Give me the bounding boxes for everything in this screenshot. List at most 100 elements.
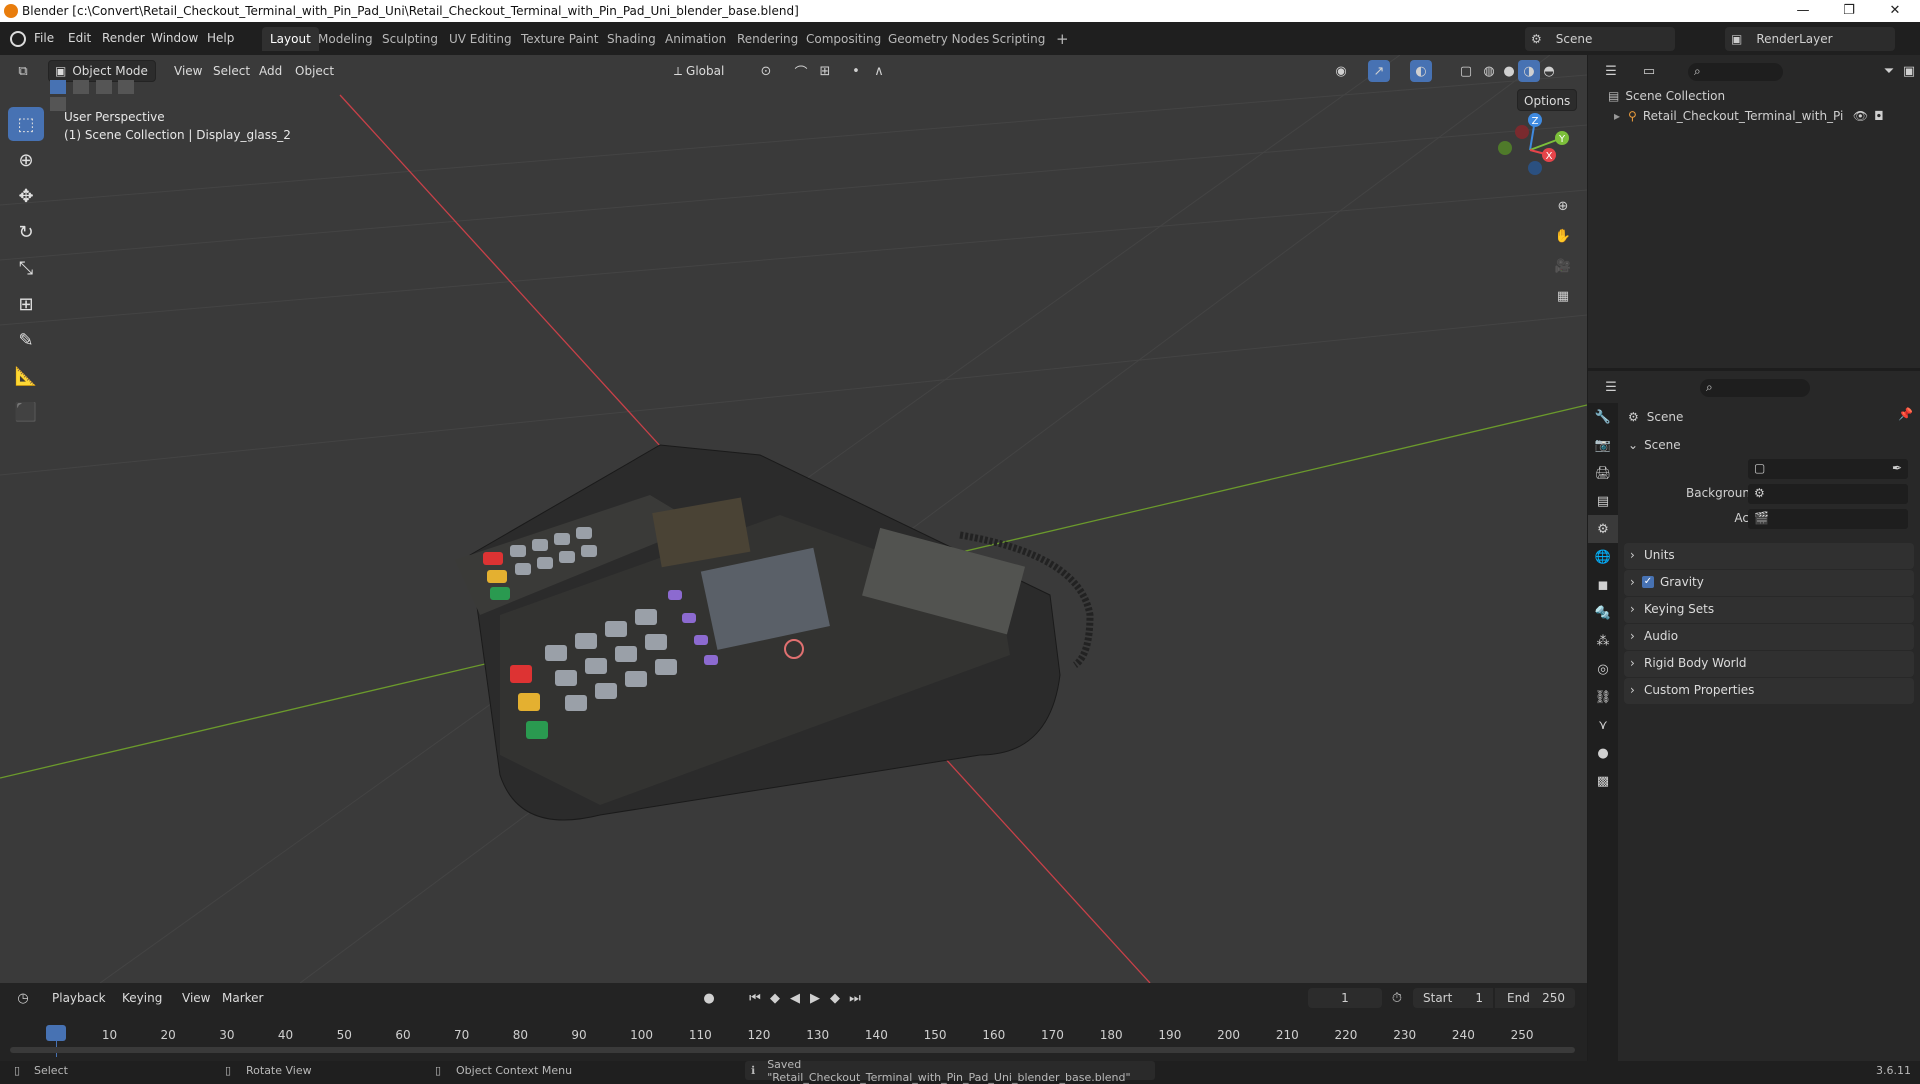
overlay-toggle-icon[interactable]: ◐ xyxy=(1410,60,1432,82)
select-subtract-icon[interactable] xyxy=(95,80,112,94)
tab-compositing[interactable]: Compositing xyxy=(798,27,889,51)
menu-file[interactable]: File xyxy=(34,22,54,55)
camera-field[interactable]: ▢ ✒ xyxy=(1748,459,1908,479)
solid-shading-icon[interactable]: ● xyxy=(1498,60,1520,82)
world-props-tab-icon[interactable]: 🌐 xyxy=(1588,543,1618,571)
outliner-search-input[interactable]: ⌕ xyxy=(1688,63,1783,81)
visibility-icon[interactable]: ◉ xyxy=(1330,60,1352,82)
material-shading-icon[interactable]: ◑ xyxy=(1518,60,1540,82)
texture-tab-icon[interactable]: ▩ xyxy=(1588,767,1618,795)
eyedropper-icon[interactable]: ✒ xyxy=(1892,461,1902,475)
render-props-tab-icon[interactable]: 📷 xyxy=(1588,431,1618,459)
expand-arrow-icon[interactable]: ▸ xyxy=(1614,109,1620,123)
tab-modeling[interactable]: Modeling xyxy=(310,27,381,51)
rendered-shading-icon[interactable]: ◓ xyxy=(1538,60,1560,82)
viewport-menu-object[interactable]: Object xyxy=(289,60,340,82)
tool-props-tab-icon[interactable]: 🔧 xyxy=(1588,403,1618,431)
units-panel[interactable]: › Units xyxy=(1624,543,1914,569)
render-layer-selector[interactable]: ▣ RenderLayer xyxy=(1725,27,1895,51)
playhead-handle[interactable] xyxy=(46,1025,66,1041)
maximize-button[interactable]: ❐ xyxy=(1826,0,1872,22)
transform-tool-icon[interactable]: ⊞ xyxy=(8,287,44,321)
pin-icon[interactable]: 📌 xyxy=(1898,407,1913,421)
render-visibility-icon[interactable]: ◘ xyxy=(1874,109,1884,123)
ortho-toggle-icon[interactable]: ▦ xyxy=(1552,285,1574,307)
gravity-checkbox[interactable]: ✓ xyxy=(1642,576,1654,588)
proportional-edit-icon[interactable]: • xyxy=(845,60,867,82)
mode-selector[interactable]: ▣ Object Mode xyxy=(48,60,156,82)
select-new-icon[interactable] xyxy=(50,80,66,94)
active-clip-field[interactable]: 🎬 xyxy=(1748,509,1908,529)
tab-sculpting[interactable]: Sculpting xyxy=(374,27,446,51)
scene-props-tab-icon[interactable]: ⚙ xyxy=(1588,515,1618,543)
gizmo-toggle-icon[interactable]: ↗ xyxy=(1368,60,1390,82)
new-collection-icon[interactable]: ▣ xyxy=(1898,60,1920,82)
transform-orientation-selector[interactable]: ⟂ Global xyxy=(668,60,730,82)
measure-tool-icon[interactable]: 📐 xyxy=(8,359,44,393)
outliner-editor-type-icon[interactable]: ☰ xyxy=(1600,60,1622,82)
pan-view-icon[interactable]: ✋ xyxy=(1552,225,1574,247)
outliner-scene-collection[interactable]: ▤ Scene Collection xyxy=(1608,86,1725,106)
keying-sets-panel[interactable]: › Keying Sets xyxy=(1624,597,1914,623)
3d-viewport[interactable]: ⧉ ▣ Object Mode View Select Add Object ⟂… xyxy=(0,55,1587,983)
display-mode-icon[interactable]: ▭ xyxy=(1638,60,1660,82)
rigid-body-world-panel[interactable]: › Rigid Body World xyxy=(1624,651,1914,677)
tab-scripting[interactable]: Scripting xyxy=(984,27,1053,51)
background-scene-field[interactable]: ⚙ xyxy=(1748,484,1908,504)
select-box-tool-icon[interactable]: ⬚ xyxy=(8,107,44,141)
filter-icon[interactable]: ⏷ xyxy=(1878,60,1900,82)
tab-geometry-nodes[interactable]: Geometry Nodes xyxy=(880,27,997,51)
scale-tool-icon[interactable]: ⤡ xyxy=(8,251,44,285)
move-tool-icon[interactable]: ✥ xyxy=(8,179,44,213)
scene-section-header[interactable]: ⌄ Scene xyxy=(1628,435,1681,455)
timeline-scrollbar[interactable] xyxy=(10,1047,1575,1053)
tab-texture-paint[interactable]: Texture Paint xyxy=(513,27,606,51)
material-tab-icon[interactable]: ● xyxy=(1588,739,1618,767)
audio-panel[interactable]: › Audio xyxy=(1624,624,1914,650)
viewport-options-button[interactable]: Options xyxy=(1517,89,1578,111)
editor-type-icon[interactable]: ⧉ xyxy=(12,60,34,82)
navigation-gizmo[interactable]: Z Y X xyxy=(1490,110,1570,190)
viewport-menu-select[interactable]: Select xyxy=(207,60,256,82)
pivot-point-icon[interactable]: ⊙ xyxy=(755,60,777,82)
rotate-tool-icon[interactable]: ↻ xyxy=(8,215,44,249)
blender-menu-icon[interactable] xyxy=(10,31,26,47)
annotate-tool-icon[interactable]: ✎ xyxy=(8,323,44,357)
gravity-panel[interactable]: › ✓ Gravity xyxy=(1624,570,1914,596)
menu-render[interactable]: Render xyxy=(102,22,145,55)
select-extend-icon[interactable] xyxy=(72,80,89,94)
menu-window[interactable]: Window xyxy=(151,22,198,55)
properties-editor-type-icon[interactable]: ☰ xyxy=(1600,376,1622,398)
add-workspace-button[interactable]: + xyxy=(1048,27,1077,51)
minimize-button[interactable]: — xyxy=(1780,0,1826,22)
xray-toggle-icon[interactable]: ▢ xyxy=(1455,60,1477,82)
menu-edit[interactable]: Edit xyxy=(68,22,91,55)
tab-shading[interactable]: Shading xyxy=(599,27,664,51)
viewport-menu-view[interactable]: View xyxy=(168,60,208,82)
zoom-view-icon[interactable]: ⊕ xyxy=(1552,195,1574,217)
particles-tab-icon[interactable]: ⁂ xyxy=(1588,627,1618,655)
camera-view-icon[interactable]: 🎥 xyxy=(1552,255,1574,277)
modifier-props-tab-icon[interactable]: 🔩 xyxy=(1588,599,1618,627)
pos-terminal-model[interactable] xyxy=(455,444,1094,821)
view-layer-tab-icon[interactable]: ▤ xyxy=(1588,487,1618,515)
physics-tab-icon[interactable]: ◎ xyxy=(1588,655,1618,683)
custom-properties-panel[interactable]: › Custom Properties xyxy=(1624,678,1914,704)
select-invert-icon[interactable] xyxy=(118,80,135,94)
tab-uv-editing[interactable]: UV Editing xyxy=(441,27,520,51)
menu-help[interactable]: Help xyxy=(207,22,234,55)
snap-target-icon[interactable]: ⊞ xyxy=(814,60,836,82)
close-button[interactable]: ✕ xyxy=(1872,0,1918,22)
object-props-tab-icon[interactable]: ◼ xyxy=(1588,571,1618,599)
output-props-tab-icon[interactable]: 🖨 xyxy=(1588,459,1618,487)
eye-visibility-icon[interactable]: 👁 xyxy=(1853,109,1868,123)
cursor-tool-icon[interactable]: ⊕ xyxy=(8,143,44,177)
tab-animation[interactable]: Animation xyxy=(657,27,734,51)
tab-rendering[interactable]: Rendering xyxy=(729,27,806,51)
properties-search-input[interactable]: ⌕ xyxy=(1700,379,1810,397)
wireframe-shading-icon[interactable]: ◍ xyxy=(1478,60,1500,82)
constraints-tab-icon[interactable]: ⛓ xyxy=(1588,683,1618,711)
data-tab-icon[interactable]: ⋎ xyxy=(1588,711,1618,739)
select-intersect-icon[interactable] xyxy=(50,97,66,111)
scene-selector[interactable]: ⚙ Scene xyxy=(1525,27,1675,51)
